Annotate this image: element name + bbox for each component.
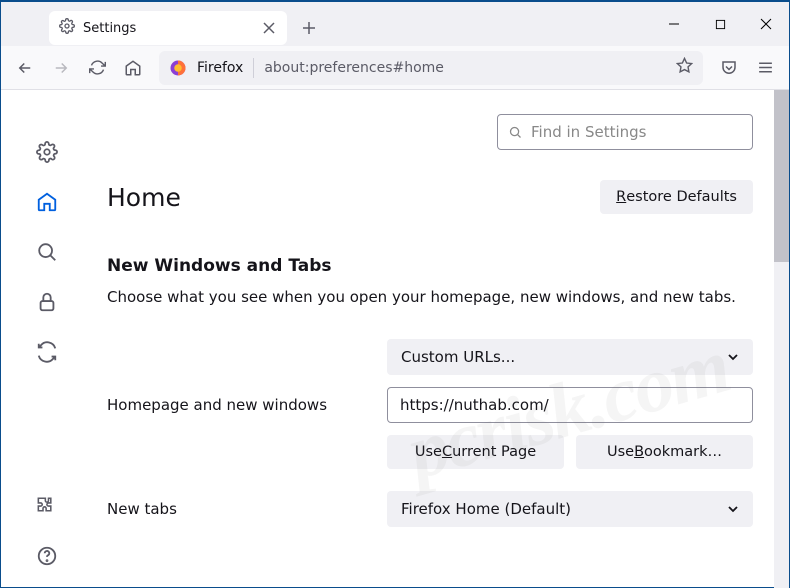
search-icon — [508, 125, 523, 140]
sidebar-privacy-icon[interactable] — [33, 288, 61, 316]
content-area: pcrisk.com Home Restore Defaults New Win… — [1, 90, 789, 588]
sidebar-help-icon[interactable] — [33, 542, 61, 570]
urlbar-text: about:preferences#home — [264, 60, 666, 76]
reload-button[interactable] — [81, 52, 113, 84]
main-panel: Home Restore Defaults New Windows and Ta… — [93, 90, 789, 588]
close-icon[interactable] — [261, 20, 277, 36]
app-menu-button[interactable] — [749, 52, 781, 84]
tab-title: Settings — [83, 21, 253, 36]
titlebar: Settings — [1, 2, 789, 46]
section-description: Choose what you see when you open your h… — [107, 286, 753, 309]
urlbar-separator — [253, 58, 254, 78]
use-bookmark-button[interactable]: Use Bookmark… — [576, 435, 753, 469]
minimize-button[interactable] — [651, 4, 697, 44]
homepage-mode-value: Custom URLs... — [401, 348, 515, 366]
urlbar-identity-label: Firefox — [197, 60, 243, 76]
find-in-settings[interactable] — [497, 114, 753, 150]
sidebar — [1, 90, 93, 588]
section-title: New Windows and Tabs — [107, 256, 753, 276]
newtabs-select[interactable]: Firefox Home (Default) — [387, 491, 753, 527]
homepage-mode-select[interactable]: Custom URLs... — [387, 339, 753, 375]
sidebar-general-icon[interactable] — [33, 138, 61, 166]
sidebar-extensions-icon[interactable] — [33, 492, 61, 520]
pocket-button[interactable] — [713, 52, 745, 84]
chevron-down-icon — [727, 351, 739, 363]
firefox-icon — [169, 59, 187, 77]
home-button[interactable] — [117, 52, 149, 84]
restore-defaults-button[interactable]: Restore Defaults — [600, 180, 753, 214]
url-bar[interactable]: Firefox about:preferences#home — [159, 51, 703, 85]
forward-button[interactable] — [45, 52, 77, 84]
homepage-label-text: Homepage and new windows — [107, 396, 387, 414]
chevron-down-icon — [727, 503, 739, 515]
sidebar-search-icon[interactable] — [33, 238, 61, 266]
browser-tab[interactable]: Settings — [49, 11, 287, 45]
gear-icon — [59, 18, 75, 38]
use-current-page-button[interactable]: Use Current Page — [387, 435, 564, 469]
page-title: Home — [107, 183, 181, 212]
maximize-button[interactable] — [697, 4, 743, 44]
sidebar-home-icon[interactable] — [33, 188, 61, 216]
close-button[interactable] — [743, 4, 789, 44]
newtabs-value: Firefox Home (Default) — [401, 500, 571, 518]
homepage-url-input[interactable] — [387, 387, 753, 423]
find-input[interactable] — [531, 123, 742, 141]
back-button[interactable] — [9, 52, 41, 84]
nav-toolbar: Firefox about:preferences#home — [1, 46, 789, 90]
newtabs-label: New tabs — [107, 500, 387, 518]
bookmark-star-icon[interactable] — [676, 57, 693, 78]
scrollbar-thumb[interactable] — [774, 90, 789, 262]
new-tab-button[interactable] — [293, 12, 325, 44]
sidebar-sync-icon[interactable] — [33, 338, 61, 366]
window-controls — [651, 4, 789, 44]
